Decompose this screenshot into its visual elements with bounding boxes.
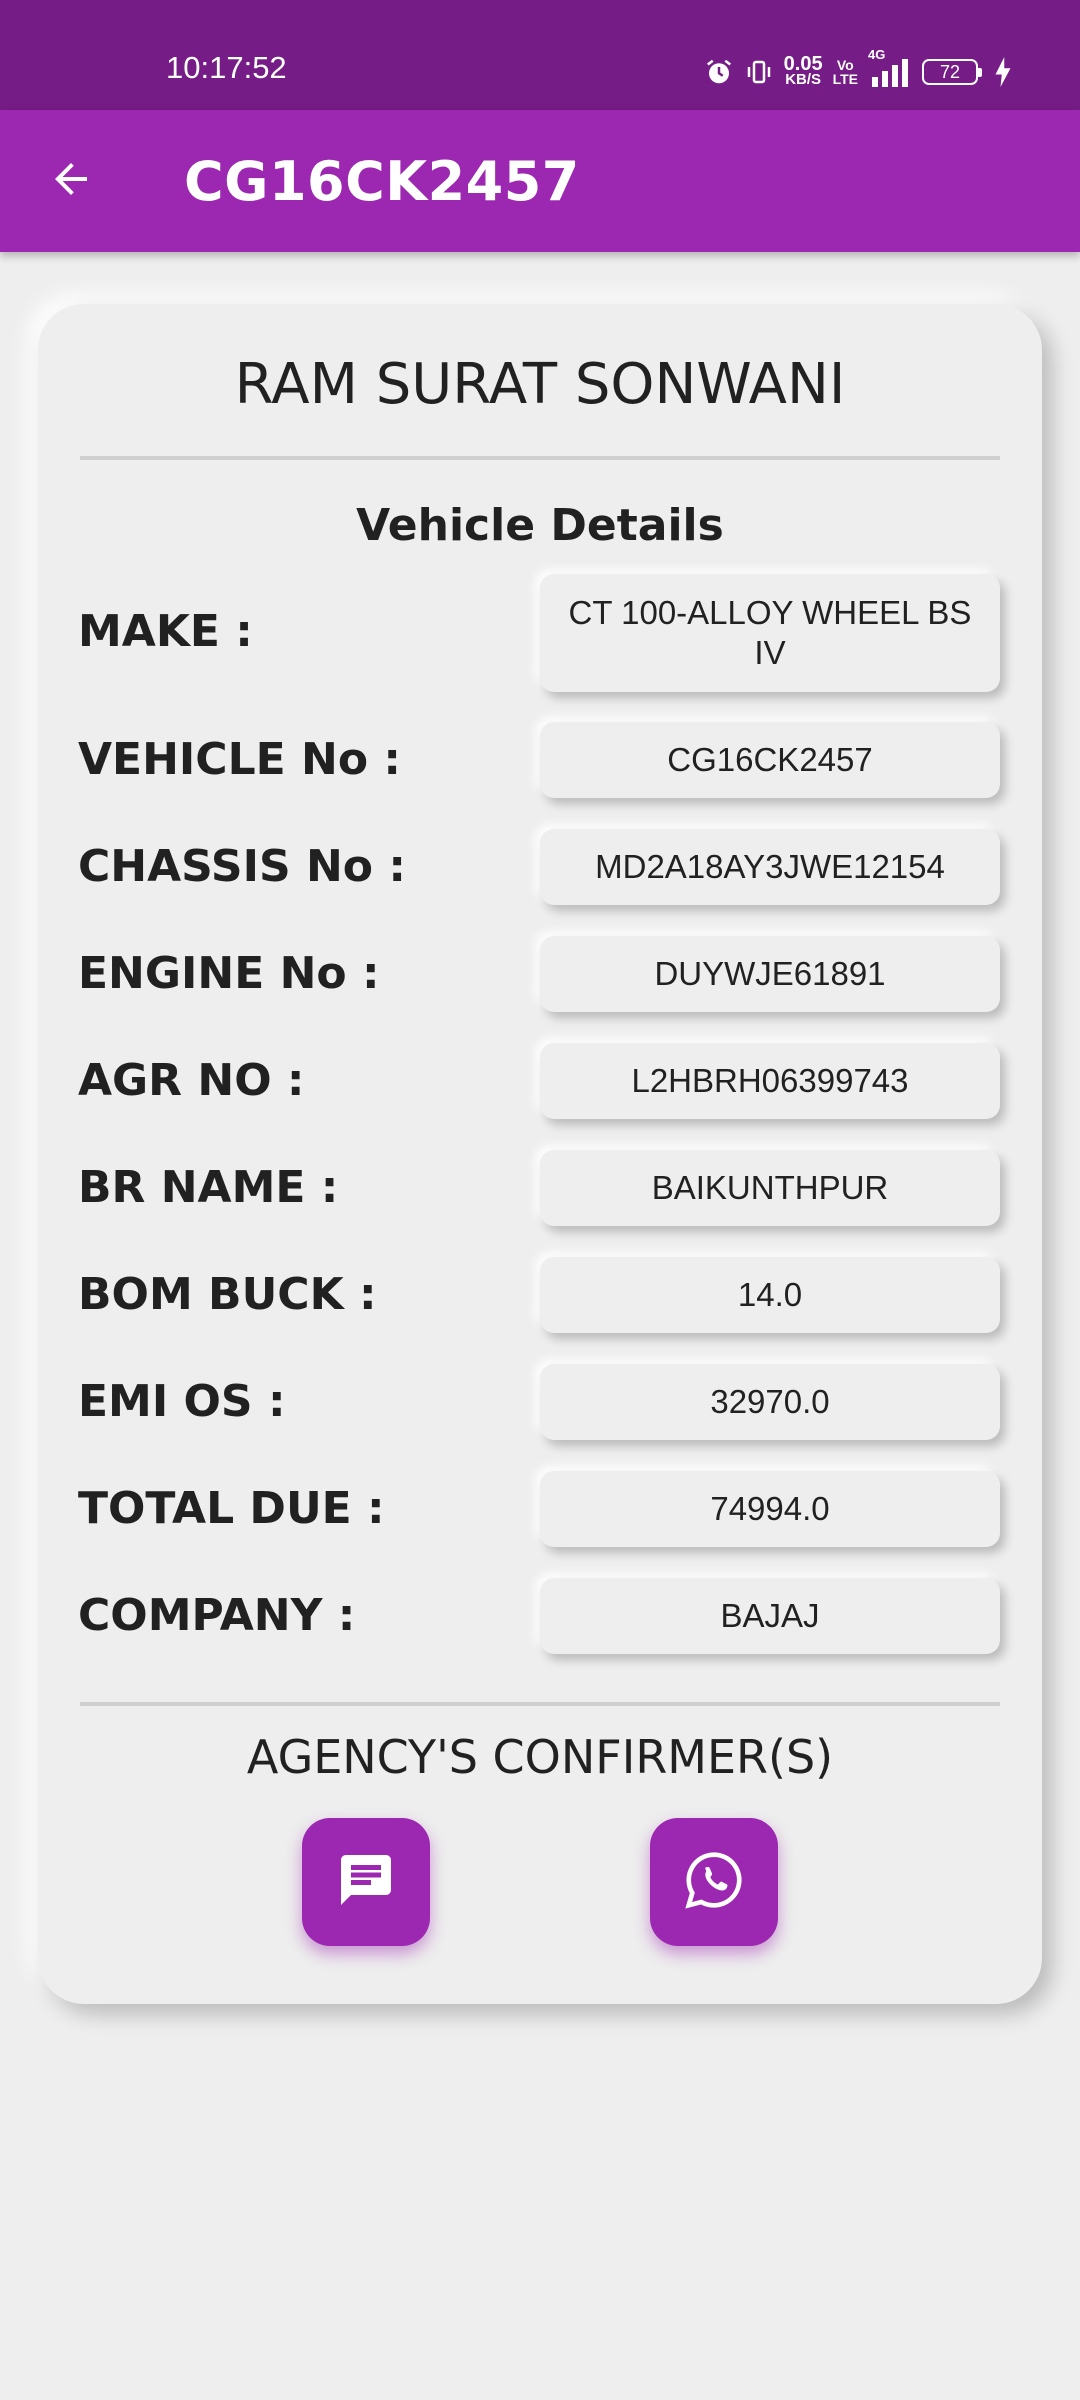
status-bar: 10:17:52 0.05 KB/S Vo LTE 4G 72 xyxy=(0,0,1080,110)
value-engine-no: DUYWJE61891 xyxy=(540,936,1000,1012)
net-speed-value: 0.05 xyxy=(783,53,823,75)
value-vehicle-no: CG16CK2457 xyxy=(540,722,1000,798)
volte-indicator: Vo LTE xyxy=(833,58,858,86)
whatsapp-button[interactable] xyxy=(650,1818,778,1946)
back-button[interactable] xyxy=(36,146,106,216)
volte-bottom: LTE xyxy=(832,71,858,87)
divider xyxy=(80,1702,1000,1706)
value-company: BAJAJ xyxy=(540,1578,1000,1654)
label-br-name: BR NAME : xyxy=(78,1162,339,1213)
label-company: COMPANY : xyxy=(78,1590,356,1641)
section-title: Vehicle Details xyxy=(356,500,724,551)
battery-indicator: 72 xyxy=(922,59,982,85)
message-button[interactable] xyxy=(302,1818,430,1946)
vibrate-icon xyxy=(744,57,774,87)
arrow-back-icon xyxy=(47,155,95,208)
value-chassis-no: MD2A18AY3JWE12154 xyxy=(540,829,1000,905)
label-vehicle-no: VEHICLE No : xyxy=(78,734,401,785)
label-bom-buck: BOM BUCK : xyxy=(78,1269,377,1320)
app-bar: CG16CK2457 xyxy=(0,110,1080,252)
value-make: CT 100-ALLOY WHEEL BS IV xyxy=(540,574,1000,692)
signal-group: 4G xyxy=(868,47,912,89)
label-make: MAKE : xyxy=(78,606,253,657)
message-icon xyxy=(336,1850,396,1915)
whatsapp-icon xyxy=(683,1849,745,1916)
net-speed: 0.05 KB/S xyxy=(783,53,823,88)
label-emi-os: EMI OS : xyxy=(78,1376,286,1427)
status-time: 10:17:52 xyxy=(166,50,287,85)
label-total-due: TOTAL DUE : xyxy=(78,1483,385,1534)
value-br-name: BAIKUNTHPUR xyxy=(540,1150,1000,1226)
label-chassis-no: CHASSIS No : xyxy=(78,841,406,892)
signal-icon xyxy=(872,59,910,87)
vehicle-card: RAM SURAT SONWANI Vehicle Details MAKE :… xyxy=(38,304,1042,2004)
alarm-icon xyxy=(704,57,734,87)
value-bom-buck: 14.0 xyxy=(540,1257,1000,1333)
page-title: CG16CK2457 xyxy=(184,150,580,213)
customer-name: RAM SURAT SONWANI xyxy=(234,352,846,417)
agency-title: AGENCY'S CONFIRMER(S) xyxy=(246,1730,834,1784)
status-icons: 0.05 KB/S Vo LTE 4G 72 xyxy=(704,47,1012,92)
value-total-due: 74994.0 xyxy=(540,1471,1000,1547)
divider xyxy=(80,456,1000,460)
value-agr-no: L2HBRH06399743 xyxy=(540,1043,1000,1119)
label-agr-no: AGR NO : xyxy=(78,1055,305,1106)
label-engine-no: ENGINE No : xyxy=(78,948,380,999)
net-speed-unit: KB/S xyxy=(785,71,822,88)
volte-top: Vo xyxy=(836,57,854,73)
value-emi-os: 32970.0 xyxy=(540,1364,1000,1440)
charging-icon xyxy=(994,57,1012,87)
